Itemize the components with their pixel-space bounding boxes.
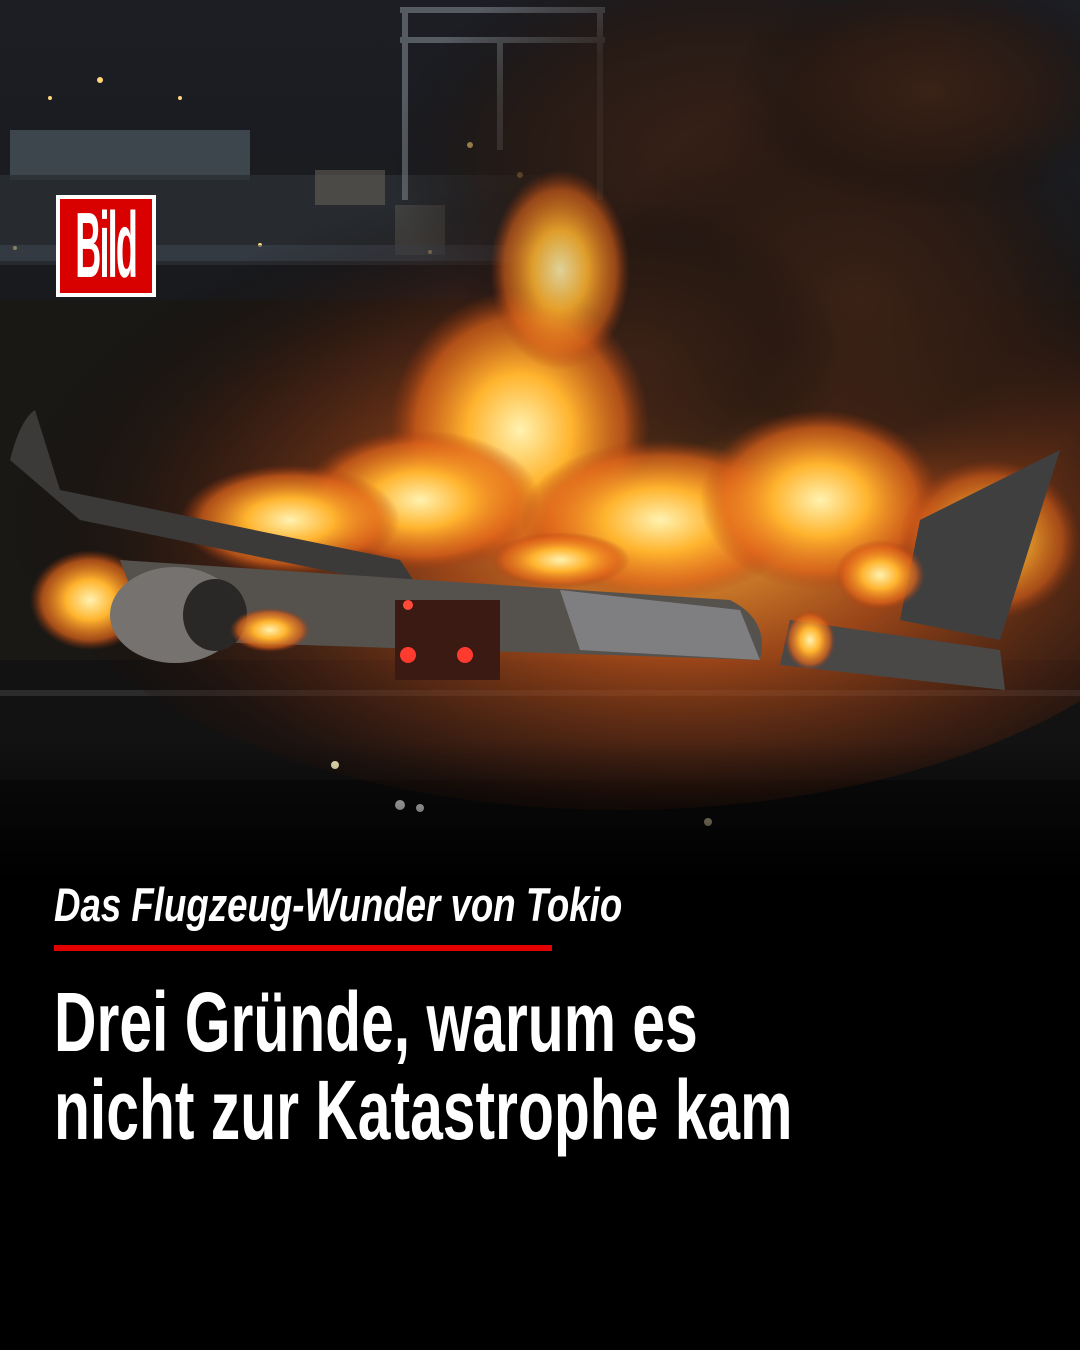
kicker: Das Flugzeug-Wunder von Tokio <box>54 878 623 931</box>
kicker-underline <box>54 945 552 951</box>
social-card: Bild Das Flugzeug-Wunder von Tokio Drei … <box>0 0 1080 1350</box>
headline: Drei Gründe, warum es nicht zur Katastro… <box>54 978 792 1154</box>
bild-logo-text: Bild <box>75 195 139 297</box>
headline-line-1: Drei Gründe, warum es <box>54 975 698 1069</box>
headline-line-2: nicht zur Katastrophe kam <box>54 1063 793 1157</box>
bild-logo: Bild <box>56 195 156 297</box>
burning-airplane-photo <box>0 0 1080 880</box>
